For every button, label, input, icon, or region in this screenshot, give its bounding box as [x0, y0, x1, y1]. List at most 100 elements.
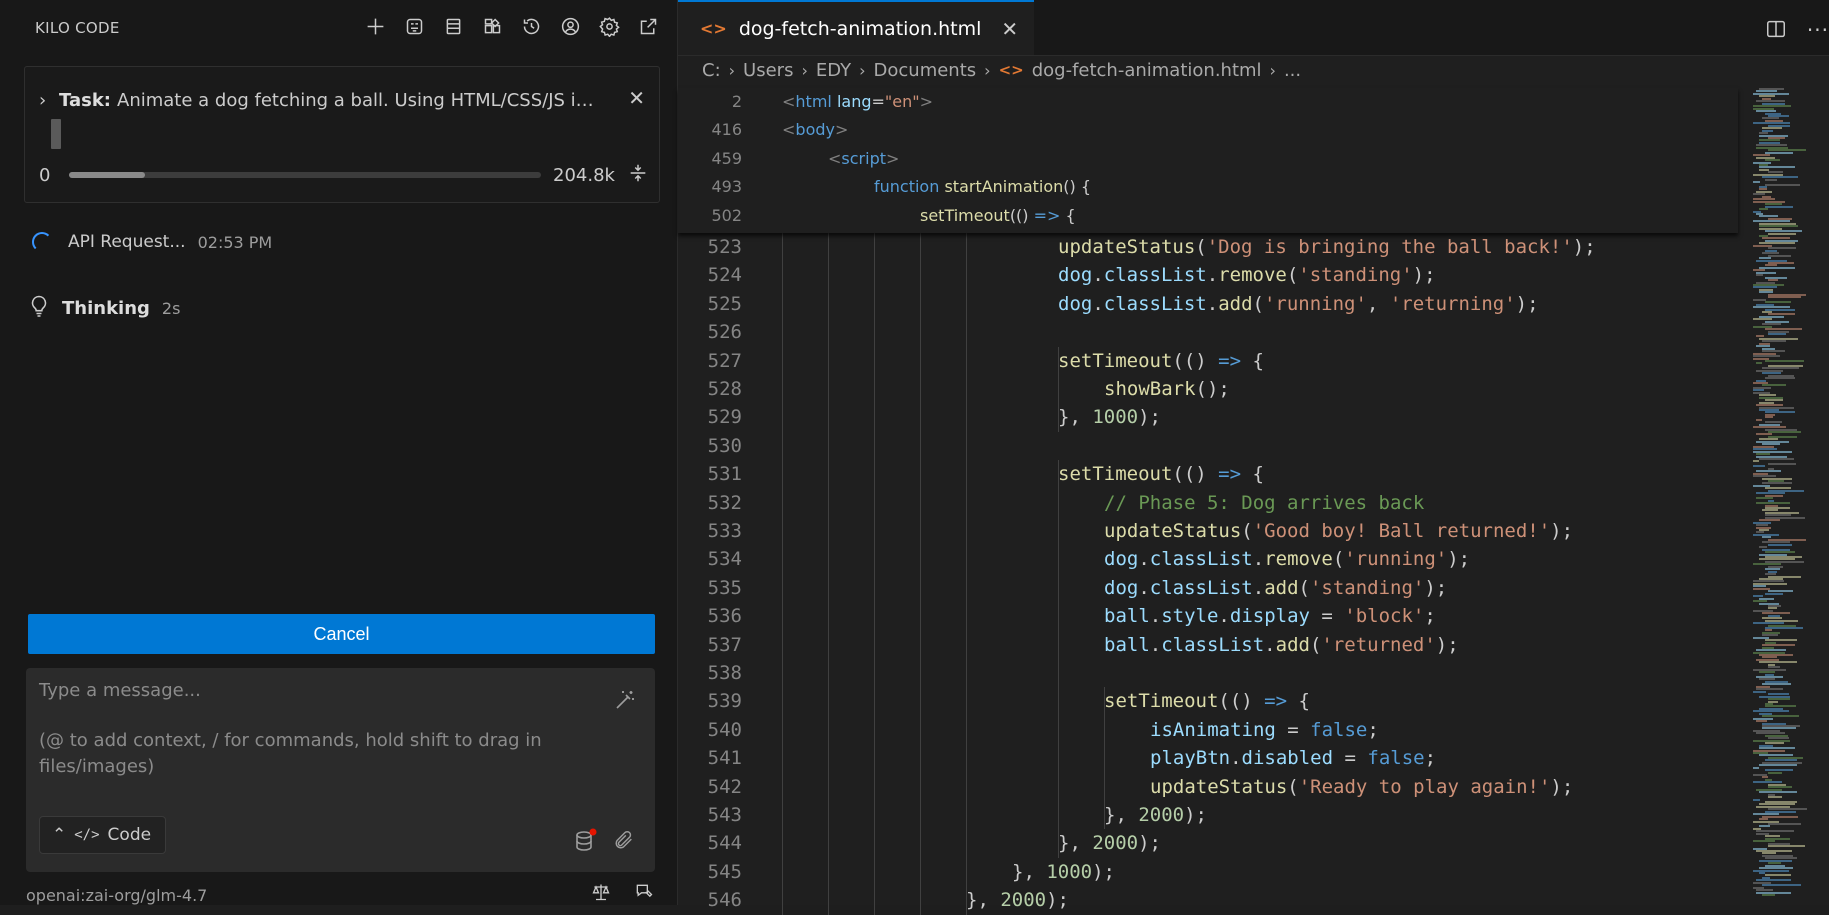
database-icon[interactable] — [573, 828, 597, 858]
sticky-line[interactable]: 416 <body> — [678, 116, 1748, 144]
line-source: }, 2000); — [1058, 832, 1161, 855]
code-line[interactable]: 546}, 2000); — [678, 886, 1748, 914]
chat-composer[interactable]: Type a message... (@ to add context, / f… — [26, 668, 655, 872]
breadcrumb-edy[interactable]: EDY — [816, 60, 851, 81]
line-source: updateStatus('Ready to play again!'); — [1150, 775, 1574, 798]
task-header[interactable]: › Task: Animate a dog fetching a ball. U… — [39, 86, 649, 114]
open-in-editor-icon[interactable] — [636, 14, 661, 39]
indent-guide — [966, 233, 967, 915]
account-icon[interactable] — [558, 14, 583, 39]
code-line[interactable]: 538 — [678, 659, 1748, 687]
close-tab-icon[interactable]: ✕ — [1001, 17, 1018, 41]
close-icon[interactable]: ✕ — [628, 86, 645, 110]
line-number: 542 — [707, 775, 742, 798]
minimap-line — [1753, 690, 1767, 693]
history-icon[interactable] — [519, 14, 544, 39]
code-line[interactable]: 528 showBark(); — [678, 375, 1748, 403]
code-line[interactable]: 536 ball.style.display = 'block'; — [678, 602, 1748, 630]
code-line[interactable]: 545}, 1000); — [678, 858, 1748, 886]
html-file-icon: <> — [700, 19, 727, 38]
sticky-line[interactable]: 502 setTimeout(() => { — [678, 202, 1748, 230]
minimap-line — [1756, 274, 1763, 277]
sticky-line[interactable]: 493 function startAnimation() { — [678, 173, 1748, 201]
line-source: isAnimating = false; — [1150, 718, 1379, 741]
line-source: function startAnimation() { — [874, 177, 1092, 197]
breadcrumb-file[interactable]: dog-fetch-animation.html — [1032, 60, 1262, 81]
api-request-status[interactable]: API Request... 02:53 PM — [32, 232, 272, 252]
line-source: }, 2000); — [966, 889, 1069, 912]
code-line[interactable]: 525 dog.classList.add('running', 'returni… — [678, 290, 1748, 318]
context-bar-fill — [69, 172, 145, 178]
sticky-line[interactable]: 2 <html lang="en"> — [678, 88, 1748, 116]
scale-icon[interactable] — [591, 882, 611, 905]
code-line[interactable]: 533 updateStatus('Good boy! Ball returned… — [678, 517, 1748, 545]
more-actions-icon[interactable]: ··· — [1807, 18, 1829, 44]
plus-icon[interactable] — [363, 14, 388, 39]
code-line[interactable]: 527 setTimeout(() => { — [678, 347, 1748, 375]
line-source: <html lang="en"> — [782, 92, 934, 111]
chevron-right-icon[interactable]: › — [39, 90, 59, 111]
code-line[interactable]: 523 updateStatus('Dog is bringing the bal… — [678, 233, 1748, 261]
sticky-scroll[interactable]: 2 <html lang="en"> 416 <body> 459 <script> 493… — [678, 88, 1738, 233]
thinking-row[interactable]: Thinking 2s — [30, 295, 180, 322]
context-window: 0 204.8k — [39, 161, 649, 189]
model-label[interactable]: openai:zai-org/glm-4.7 — [26, 886, 207, 905]
line-number: 531 — [707, 463, 742, 486]
code-line[interactable]: 539 setTimeout(() => { — [678, 687, 1748, 715]
split-editor-icon[interactable] — [1765, 18, 1787, 44]
line-number: 532 — [707, 491, 742, 514]
code-line[interactable]: 530 — [678, 432, 1748, 460]
breadcrumb-more[interactable]: ... — [1284, 60, 1301, 81]
code-line[interactable]: 524 dog.classList.remove('standing'); — [678, 261, 1748, 289]
minimap-line — [1768, 771, 1782, 774]
minimap-line — [1765, 178, 1777, 181]
code-line[interactable]: 529}, 1000); — [678, 403, 1748, 431]
breadcrumb-drive[interactable]: C: — [702, 60, 721, 81]
thinking-label: Thinking — [62, 298, 150, 319]
chevron-right-icon: › — [728, 60, 736, 80]
message-placeholder[interactable]: Type a message... — [39, 680, 201, 701]
chevron-up-icon: ⌃ — [52, 825, 67, 845]
minimap-line — [1765, 377, 1796, 380]
tab-dog-fetch-animation[interactable]: <> dog-fetch-animation.html ✕ — [678, 0, 1035, 55]
code-line[interactable]: 534 dog.classList.remove('running'); — [678, 545, 1748, 573]
task-scroll-indicator[interactable] — [51, 119, 61, 149]
line-number: 527 — [707, 349, 742, 372]
minimap-line — [1759, 764, 1797, 767]
code-line[interactable]: 541 playBtn.disabled = false; — [678, 744, 1748, 772]
sticky-line[interactable]: 459 <script> — [678, 145, 1748, 173]
code-line[interactable]: 537 ball.classList.add('returned'); — [678, 631, 1748, 659]
minimap-line — [1756, 362, 1763, 365]
code-line[interactable]: 543}, 2000); — [678, 801, 1748, 829]
breadcrumb-documents[interactable]: Documents — [874, 60, 977, 81]
minimap[interactable] — [1753, 88, 1817, 905]
line-number: 526 — [707, 321, 742, 344]
indent-guide — [1058, 460, 1059, 858]
feedback-icon[interactable] — [633, 882, 655, 905]
line-source: showBark(); — [1104, 378, 1230, 400]
gear-icon[interactable] — [597, 14, 622, 39]
line-source: // Phase 5: Dog arrives back — [1104, 491, 1425, 514]
code-line[interactable]: 542 updateStatus('Ready to play again!'); — [678, 773, 1748, 801]
line-source: }, 1000); — [1012, 860, 1115, 883]
code-line[interactable]: 531 setTimeout(() => { — [678, 460, 1748, 488]
paperclip-icon[interactable] — [613, 828, 635, 856]
condense-context-icon[interactable] — [627, 162, 649, 189]
code-line[interactable]: 532 // Phase 5: Dog arrives back — [678, 489, 1748, 517]
mode-selector[interactable]: ⌃ </> Code — [39, 816, 167, 854]
cancel-button[interactable]: Cancel — [28, 614, 655, 654]
line-number: 493 — [711, 177, 742, 197]
minimap-line — [1768, 333, 1786, 335]
mcp-servers-icon[interactable] — [402, 14, 427, 39]
line-source: }, 2000); — [1104, 804, 1207, 826]
code-line[interactable]: 526 — [678, 318, 1748, 346]
code-line[interactable]: 544}, 2000); — [678, 829, 1748, 857]
marketplace-icon[interactable] — [480, 14, 505, 39]
modes-icon[interactable] — [441, 14, 466, 39]
minimap-line — [1768, 823, 1802, 825]
enhance-prompt-icon[interactable] — [613, 688, 637, 716]
breadcrumb-users[interactable]: Users — [743, 60, 793, 81]
code-line[interactable]: 540 isAnimating = false; — [678, 716, 1748, 744]
code-line[interactable]: 535 dog.classList.add('standing'); — [678, 574, 1748, 602]
line-source: dog.classList.add('running', 'returning'… — [1058, 292, 1539, 315]
